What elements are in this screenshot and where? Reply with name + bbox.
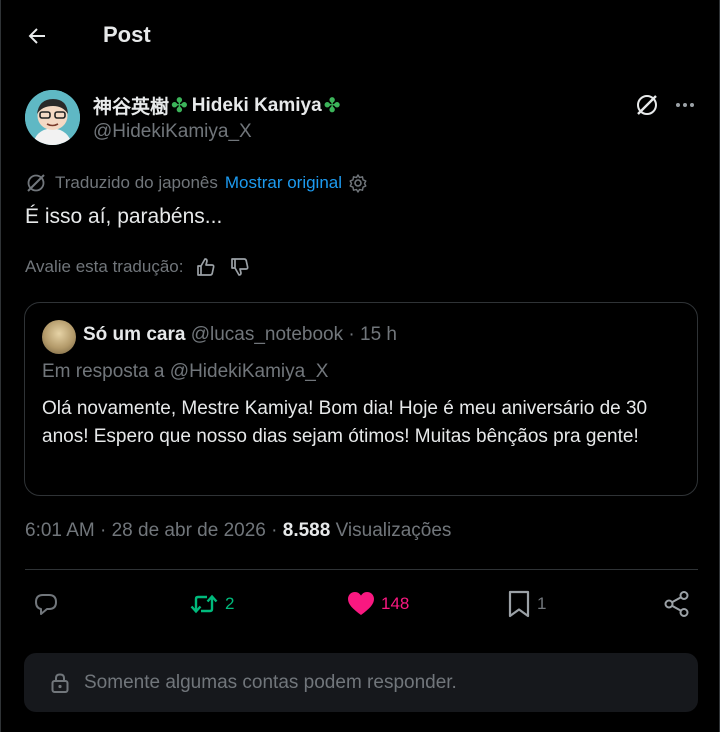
reply-button[interactable] [33,586,59,622]
reply-restriction-text: Somente algumas contas podem responder. [84,671,457,693]
views-label: Visualizações [335,520,452,541]
post-text: É isso aí, parabéns... [25,205,223,228]
author-handle[interactable]: @HidekiKamiya_X [93,121,252,143]
bookmark-count: 1 [537,594,547,613]
thumbs-down-icon[interactable] [229,256,251,278]
back-button[interactable] [19,18,55,54]
gear-icon[interactable] [348,173,368,193]
action-bar: 2 148 1 [25,586,698,622]
like-button[interactable]: 148 [347,586,409,622]
share-icon [664,591,689,617]
clover-icon: ✤ [171,95,188,117]
quote-author-handle[interactable]: @lucas_notebook [191,324,343,345]
share-button[interactable] [663,586,691,622]
post-page: Post 神谷英樹 ✤ Hideki Kamiya ✤ @HidekiKamiy… [0,0,720,732]
more-options-button[interactable] [671,92,699,118]
grok-icon[interactable] [634,92,660,118]
post-time[interactable]: 6:01 AM [25,520,95,541]
retweet-icon [190,594,218,614]
bookmark-icon [508,590,530,618]
rate-translation: Avalie esta tradução: [25,256,251,278]
author-name-latin: Hideki Kamiya [191,94,322,116]
page-title: Post [103,22,151,47]
retweet-count: 2 [225,594,235,613]
quote-reply-to: Em resposta a @HidekiKamiya_X [42,361,329,382]
clover-icon: ✤ [323,95,341,117]
translate-icon [27,174,45,192]
views-count: 8.588 [282,520,331,541]
author-name-jp: 神谷英樹 [93,97,170,118]
arrow-left-icon [28,28,45,44]
post-date[interactable]: 28 de abr de 2026 [112,520,266,541]
author-avatar[interactable] [25,90,80,145]
reply-icon [35,594,57,615]
heart-icon [348,592,374,615]
quote-author-name[interactable]: Só um cara [83,324,185,345]
post-timestamp: 6:01 AM · 28 de abr de 2026 · 8.588 Visu… [25,520,452,541]
bookmark-button[interactable]: 1 [507,586,546,622]
like-count: 148 [381,594,410,613]
quoted-post[interactable]: Só um cara @lucas_notebook · 15 h Em res… [24,302,698,496]
top-bar: Post [1,0,720,72]
more-dots-icon [676,103,680,107]
quote-header: Só um cara @lucas_notebook · 15 h [83,324,397,346]
author-name[interactable]: 神谷英樹 ✤ Hideki Kamiya ✤ [93,92,340,119]
divider [25,569,698,570]
thumbs-up-icon[interactable] [195,256,217,278]
translation-note: Traduzido do japonês Mostrar original [25,172,368,194]
translation-source: Traduzido do japonês [55,173,218,192]
lock-icon [51,672,69,693]
quote-time: · 15 h [348,324,397,345]
retweet-button[interactable]: 2 [189,586,234,622]
quote-text: Olá novamente, Mestre Kamiya! Bom dia! H… [42,398,648,447]
rate-translation-label: Avalie esta tradução: [25,257,184,276]
reply-restriction-notice: Somente algumas contas podem responder. [24,653,698,712]
quote-avatar[interactable] [42,320,76,354]
show-original-link[interactable]: Mostrar original [225,173,342,193]
